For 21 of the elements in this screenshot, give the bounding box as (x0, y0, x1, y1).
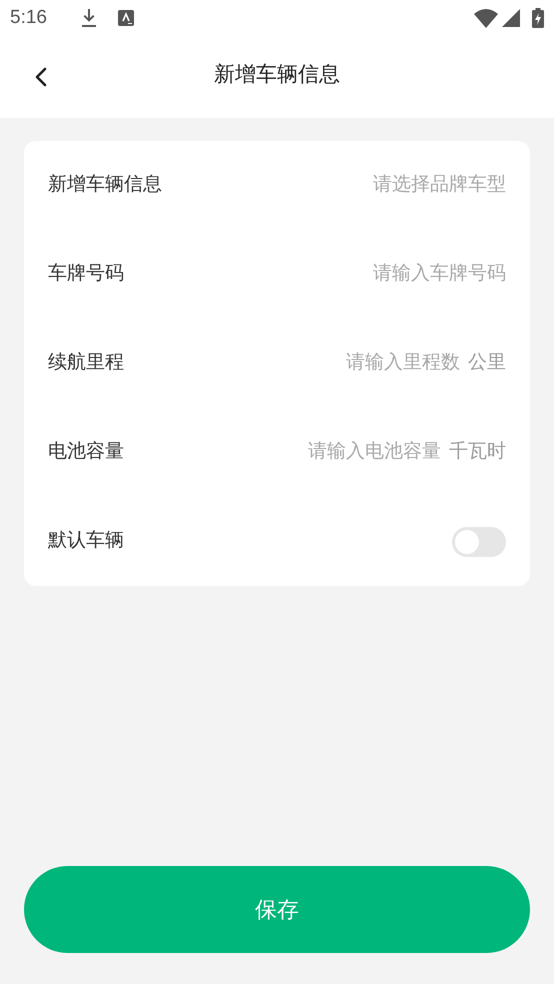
field-label: 车牌号码 (48, 262, 124, 286)
status-time: 5:16 (10, 6, 48, 30)
save-button[interactable]: 保存 (24, 866, 530, 953)
download-icon (80, 8, 98, 28)
battery-icon (532, 8, 544, 28)
back-icon (35, 67, 47, 87)
select-field[interactable]: 请选择品牌车型 (206, 171, 506, 200)
input-field[interactable]: 请输入车牌号码 (206, 260, 506, 289)
keyboard-icon (118, 10, 134, 26)
field-label: 续航里程 (48, 351, 124, 376)
field-label: 默认车辆 (48, 529, 124, 554)
wifi-icon (474, 8, 498, 28)
page-title: 新增车辆信息 (214, 62, 340, 88)
unit-label: 千瓦时 (449, 440, 506, 464)
field-label: 新增车辆信息 (48, 173, 162, 198)
input-field[interactable]: 请输入电池容量 (181, 438, 441, 467)
field-label: 电池容量 (48, 440, 124, 464)
unit-label: 公里 (468, 351, 506, 376)
signal-icon (502, 9, 520, 27)
toggle-switch[interactable] (452, 526, 506, 556)
input-field[interactable]: 请输入里程数 (200, 349, 460, 378)
